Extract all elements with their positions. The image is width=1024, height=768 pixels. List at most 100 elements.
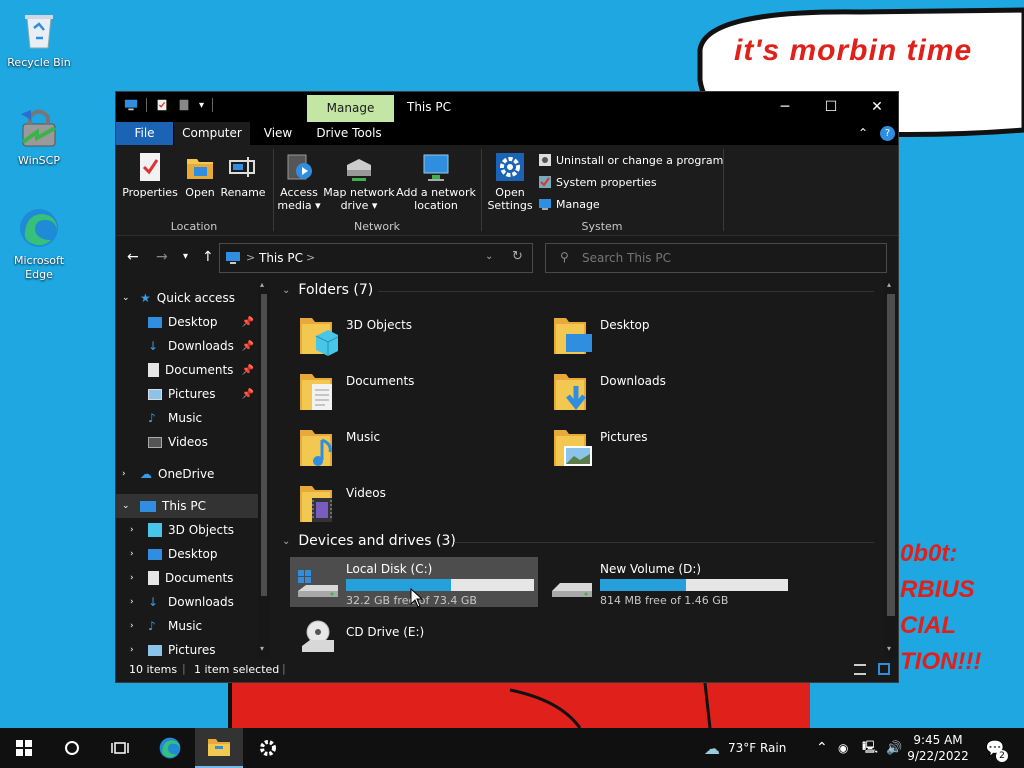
scroll-up-icon[interactable]: ▴ [260,280,264,289]
tray-overflow-chevron-icon[interactable]: ⌃ [816,728,828,768]
scrollbar-thumb[interactable] [887,294,895,616]
access-media-button[interactable]: Access media ▾ [276,151,322,212]
maximize-button[interactable]: ☐ [808,92,854,122]
open-button[interactable]: Open [180,151,220,199]
start-button[interactable] [0,728,48,768]
action-center-button[interactable]: 💬 2 [982,728,1008,768]
folders-header[interactable]: ⌄ Folders (7) [282,282,373,298]
nav-item-pictures[interactable]: Pictures 📌 [148,382,254,406]
clock[interactable]: 9:45 AM 9/22/2022 [907,728,969,768]
title-bar[interactable]: ▾ Manage This PC ─ ☐ ✕ [116,92,898,122]
content-scrollbar[interactable]: ▴ ▾ [884,280,898,658]
recent-locations-chevron-icon[interactable]: ▾ [183,251,188,262]
rename-button[interactable]: Rename [220,151,266,199]
tab-view[interactable]: View [256,122,300,145]
chevron-right-icon[interactable]: › [130,573,142,583]
nav-pc-downloads[interactable]: › ↓ Downloads [130,590,234,614]
network-icon[interactable]: 🖳 [862,728,878,768]
nav-item-videos[interactable]: Videos [148,430,208,454]
nav-pc-documents[interactable]: › Documents [130,566,233,590]
folder-item[interactable]: Pictures [542,426,782,476]
navigation-pane[interactable]: ⌄ ★ Quick access Desktop 📌 ↓ Downloads 📌 Do… [116,280,272,658]
open-settings-button[interactable]: Open Settings [486,151,534,212]
task-view-button[interactable] [96,728,144,768]
volume-icon[interactable]: 🔊 [886,728,902,768]
properties-button[interactable]: Properties [122,151,178,199]
scroll-down-icon[interactable]: ▾ [260,644,264,653]
folder-item[interactable]: Downloads [542,370,782,420]
search-input[interactable] [582,249,872,267]
uninstall-program-button[interactable]: Uninstall or change a program [538,153,723,167]
manage-button[interactable]: Manage [538,197,600,211]
meet-now-icon[interactable]: ◉ [838,728,848,768]
chevron-down-icon[interactable]: ⌄ [282,285,290,296]
search-box[interactable]: ⚲ [545,243,887,273]
tab-computer[interactable]: Computer [174,122,250,145]
nav-pc-pictures[interactable]: › Pictures [130,638,216,658]
scroll-down-icon[interactable]: ▾ [887,644,891,653]
chevron-down-icon[interactable]: ⌄ [282,536,290,547]
chevron-right-icon[interactable]: › [130,549,142,559]
taskbar-edge-button[interactable] [146,728,194,768]
taskbar-file-explorer-button[interactable] [195,728,243,768]
breadcrumb-this-pc[interactable]: This PC [259,251,303,265]
chevron-right-icon[interactable]: › [122,469,134,479]
chevron-right-icon[interactable]: › [130,621,142,631]
tab-file[interactable]: File [116,122,173,145]
breadcrumb-separator[interactable]: > [306,251,315,264]
nav-pc-music[interactable]: › ♪ Music [130,614,202,638]
minimize-button[interactable]: ─ [762,92,808,122]
chevron-right-icon[interactable]: › [130,597,142,607]
system-properties-button[interactable]: System properties [538,175,657,189]
address-bar[interactable]: > This PC > ⌄ ↻ [219,243,533,273]
search-button[interactable] [48,728,96,768]
nav-scrollbar[interactable]: ▴ ▾ [258,280,270,658]
desktop-icon-recycle-bin[interactable]: Recycle Bin [1,8,77,70]
chevron-down-icon[interactable]: ⌄ [122,293,134,303]
map-network-drive-button[interactable]: Map network drive ▾ [322,151,396,212]
nav-onedrive[interactable]: › ☁ OneDrive [122,462,214,486]
nav-this-pc[interactable]: ⌄ This PC [116,494,258,518]
close-button[interactable]: ✕ [854,92,900,122]
nav-item-downloads[interactable]: ↓ Downloads 📌 [148,334,254,358]
nav-item-music[interactable]: ♪ Music [148,406,202,430]
scrollbar-thumb[interactable] [261,294,267,596]
back-arrow-icon[interactable]: ← [127,249,139,265]
nav-pc-3d-objects[interactable]: › 3D Objects [130,518,234,542]
qa-dropdown-icon[interactable]: ▾ [199,100,204,111]
drive-item-d[interactable]: New Volume (D:) 814 MB free of 1.46 GB [544,557,792,607]
large-icons-view-icon[interactable] [878,663,890,675]
weather-widget[interactable]: ☁ 73°F Rain [704,728,786,768]
forward-arrow-icon[interactable]: → [156,249,168,265]
collapse-ribbon-icon[interactable]: ⌃ [858,126,868,140]
nav-quick-access[interactable]: ⌄ ★ Quick access [122,286,235,310]
content-pane[interactable]: ⌄ Folders (7) 3D Objects Desktop Documen… [274,280,884,658]
add-network-location-button[interactable]: Add a network location [396,151,476,212]
drive-item-e[interactable]: CD Drive (E:) [290,620,538,658]
chevron-right-icon[interactable]: › [130,645,142,655]
nav-item-documents[interactable]: Documents 📌 [148,358,254,382]
taskbar-settings-button[interactable] [244,728,292,768]
tab-drive-tools[interactable]: Drive Tools [312,122,386,145]
nav-item-desktop[interactable]: Desktop 📌 [148,310,254,334]
up-arrow-icon[interactable]: ↑ [202,249,214,265]
chevron-down-icon[interactable]: ⌄ [122,501,134,511]
help-icon[interactable]: ? [880,126,895,141]
tab-manage[interactable]: Manage [307,95,394,122]
details-view-icon[interactable] [854,664,866,675]
folder-item[interactable]: Desktop [542,314,782,364]
folder-item[interactable]: 3D Objects [288,314,528,364]
devices-header[interactable]: ⌄ Devices and drives (3) [282,533,456,549]
properties-qa-icon[interactable] [155,98,169,112]
chevron-right-icon[interactable]: › [130,525,142,535]
scroll-up-icon[interactable]: ▴ [887,280,891,289]
nav-pc-desktop[interactable]: › Desktop [130,542,218,566]
new-folder-qa-icon[interactable] [177,98,191,112]
refresh-icon[interactable]: ↻ [512,249,523,264]
desktop-icon-edge[interactable]: Microsoft Edge [1,206,77,282]
folder-item[interactable]: Documents [288,370,528,420]
folder-item[interactable]: Music [288,426,528,476]
address-dropdown-icon[interactable]: ⌄ [485,251,493,262]
folder-item[interactable]: Videos [288,482,528,532]
desktop-icon-winscp[interactable]: WinSCP [1,106,77,168]
